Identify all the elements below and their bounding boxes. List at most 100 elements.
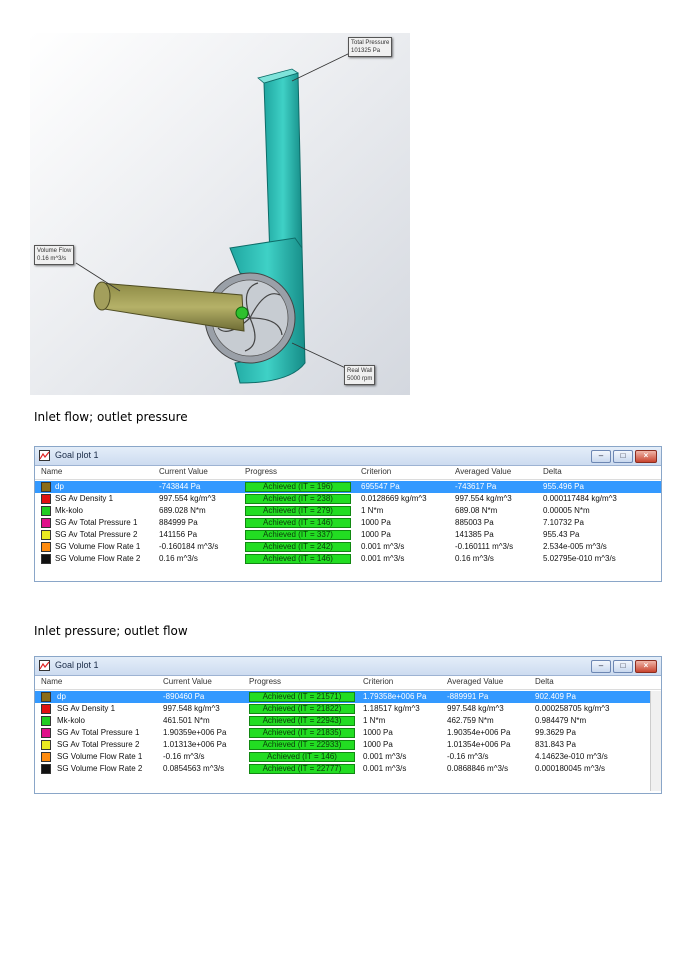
table-row[interactable]: SG Av Total Pressure 1 1.90359e+006 Pa Ach…	[35, 727, 661, 739]
column-header-name[interactable]: Name	[41, 467, 62, 476]
callout-rotation-title: Real Wall	[347, 368, 373, 374]
cell-name: SG Volume Flow Rate 1	[57, 752, 143, 761]
cell-delta: 0.000258705 kg/m^3	[535, 704, 610, 713]
table-row[interactable]: Mk-kolo 461.501 N*m Achieved (IT = 22943) 1…	[35, 715, 661, 727]
cell-current: 1.01313e+006 Pa	[163, 740, 227, 749]
goal-plot-1-header: Name Current Value Progress Criterion Av…	[35, 467, 661, 480]
cell-averaged: -743617 Pa	[455, 482, 497, 491]
column-header-averaged-value[interactable]: Averaged Value	[447, 677, 503, 686]
progress-bar: Achieved (IT = 22777)	[249, 764, 355, 774]
table-row[interactable]: SG Av Total Pressure 2 1.01313e+006 Pa Ach…	[35, 739, 661, 751]
goal-color-swatch	[41, 716, 51, 726]
table-row[interactable]: dp -890460 Pa Achieved (IT = 21571) 1.79358…	[35, 691, 661, 703]
column-header-name[interactable]: Name	[41, 677, 62, 686]
cell-name: SG Volume Flow Rate 1	[55, 542, 141, 551]
table-row[interactable]: dp -743844 Pa Achieved (IT = 196) 695547 Pa…	[35, 481, 661, 493]
cell-delta: 902.409 Pa	[535, 692, 576, 701]
progress-bar: Achieved (IT = 146)	[249, 752, 355, 762]
cell-current: 997.548 kg/m^3	[163, 704, 220, 713]
goal-plot-2-titlebar[interactable]: Goal plot 1 – □ ×	[35, 657, 661, 676]
goal-color-swatch	[41, 728, 51, 738]
column-header-current-value[interactable]: Current Value	[159, 467, 208, 476]
cell-criterion: 0.001 m^3/s	[361, 542, 405, 551]
cell-criterion: 1000 Pa	[363, 728, 393, 737]
table-row[interactable]: SG Av Total Pressure 2 141156 Pa Achieved …	[35, 529, 661, 541]
table-row[interactable]: SG Av Density 1 997.554 kg/m^3 Achieved (I…	[35, 493, 661, 505]
column-header-delta[interactable]: Delta	[543, 467, 562, 476]
cell-name: Mk-kolo	[57, 716, 86, 725]
cell-name: dp	[55, 482, 64, 491]
cell-current: -743844 Pa	[159, 482, 201, 491]
cell-current: -0.16 m^3/s	[163, 752, 205, 761]
goal-plot-1-titlebar[interactable]: Goal plot 1 – □ ×	[35, 447, 661, 466]
table-row[interactable]: SG Av Total Pressure 1 884999 Pa Achieved …	[35, 517, 661, 529]
cell-delta: 5.02795e-010 m^3/s	[543, 554, 616, 563]
cell-averaged: 1.90354e+006 Pa	[447, 728, 511, 737]
cell-criterion: 1 N*m	[361, 506, 384, 515]
maximize-button[interactable]: □	[613, 450, 633, 463]
maximize-button[interactable]: □	[613, 660, 633, 673]
cell-name: SG Av Total Pressure 1	[57, 728, 140, 737]
cell-criterion: 1000 Pa	[361, 518, 391, 527]
cell-current: 0.0854563 m^3/s	[163, 764, 225, 773]
cell-name: dp	[57, 692, 66, 701]
close-button[interactable]: ×	[635, 450, 657, 463]
table-row[interactable]: SG Av Density 1 997.548 kg/m^3 Achieved (I…	[35, 703, 661, 715]
column-header-criterion[interactable]: Criterion	[361, 467, 391, 476]
progress-bar: Achieved (IT = 21571)	[249, 692, 355, 702]
minimize-button[interactable]: –	[591, 660, 611, 673]
column-header-progress[interactable]: Progress	[245, 467, 277, 476]
goal-color-swatch	[41, 740, 51, 750]
table-row[interactable]: SG Volume Flow Rate 2 0.0854563 m^3/s Achi…	[35, 763, 661, 775]
progress-bar: Achieved (IT = 146)	[245, 554, 351, 564]
cell-delta: 4.14623e-010 m^3/s	[535, 752, 608, 761]
table-row[interactable]: SG Volume Flow Rate 1 -0.16 m^3/s Achieved…	[35, 751, 661, 763]
callout-rotation: Real Wall 5000 rpm	[344, 365, 376, 385]
cell-delta: 0.000117484 kg/m^3	[543, 494, 617, 503]
cell-criterion: 0.001 m^3/s	[361, 554, 405, 563]
goal-color-swatch	[41, 554, 51, 564]
cell-current: 1.90359e+006 Pa	[163, 728, 227, 737]
cell-delta: 0.00005 N*m	[543, 506, 590, 515]
cell-averaged: -0.16 m^3/s	[447, 752, 489, 761]
column-header-current-value[interactable]: Current Value	[163, 677, 212, 686]
goal-plot-icon	[39, 660, 50, 671]
cell-current: 461.501 N*m	[163, 716, 210, 725]
minimize-button[interactable]: –	[591, 450, 611, 463]
cell-current: -890460 Pa	[163, 692, 205, 701]
cell-criterion: 1.79358e+006 Pa	[363, 692, 427, 701]
cell-averaged: 462.759 N*m	[447, 716, 494, 725]
cell-averaged: 997.554 kg/m^3	[455, 494, 512, 503]
column-header-averaged-value[interactable]: Averaged Value	[455, 467, 511, 476]
table-row[interactable]: Mk-kolo 689.028 N*m Achieved (IT = 279) 1 N…	[35, 505, 661, 517]
goal-color-swatch	[41, 542, 51, 552]
cell-averaged: 0.16 m^3/s	[455, 554, 494, 563]
cell-criterion: 695547 Pa	[361, 482, 400, 491]
cell-averaged: 997.548 kg/m^3	[447, 704, 504, 713]
callout-inlet-flow: Volume Flow 0.16 m^3/s	[34, 245, 75, 265]
cell-averaged: 141385 Pa	[455, 530, 494, 539]
cell-name: SG Volume Flow Rate 2	[55, 554, 141, 563]
caption-inlet-flow-outlet-pressure: Inlet flow; outlet pressure	[34, 410, 188, 424]
goal-color-swatch	[41, 482, 51, 492]
progress-bar: Achieved (IT = 279)	[245, 506, 351, 516]
goal-plot-1-title: Goal plot 1	[55, 450, 99, 460]
goal-color-swatch	[41, 506, 51, 516]
table-row[interactable]: SG Volume Flow Rate 1 -0.160184 m^3/s Achi…	[35, 541, 661, 553]
cell-name: SG Av Total Pressure 1	[55, 518, 138, 527]
cell-name: SG Volume Flow Rate 2	[57, 764, 143, 773]
goal-plot-window-2: Goal plot 1 – □ × Name Current Value Pro…	[34, 656, 662, 794]
cell-delta: 99.3629 Pa	[535, 728, 576, 737]
goal-color-swatch	[41, 494, 51, 504]
callout-outlet-pressure: Total Pressure 101325 Pa	[348, 37, 393, 57]
table-row[interactable]: SG Volume Flow Rate 2 0.16 m^3/s Achieved …	[35, 553, 661, 565]
cell-current: 0.16 m^3/s	[159, 554, 198, 563]
column-header-delta[interactable]: Delta	[535, 677, 554, 686]
close-button[interactable]: ×	[635, 660, 657, 673]
column-header-criterion[interactable]: Criterion	[363, 677, 393, 686]
goal-color-swatch	[41, 704, 51, 714]
vertical-scrollbar[interactable]	[650, 691, 661, 791]
callout-inlet-flow-value: 0.16 m^3/s	[37, 256, 67, 262]
column-header-progress[interactable]: Progress	[249, 677, 281, 686]
cell-averaged: 885003 Pa	[455, 518, 494, 527]
